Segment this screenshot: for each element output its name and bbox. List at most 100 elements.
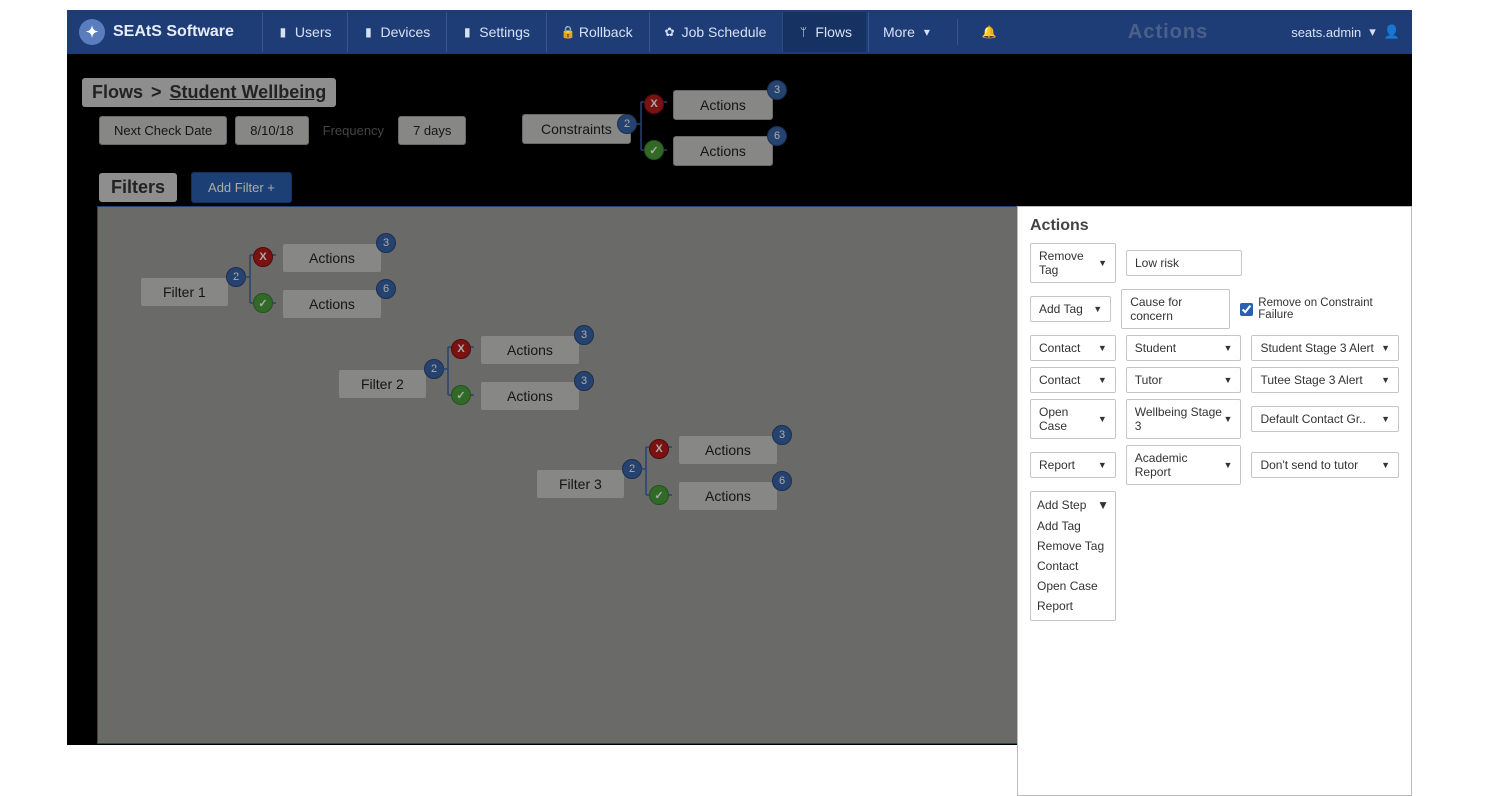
brand: ✦ SEAtS Software (79, 19, 234, 45)
constraints-node[interactable]: Constraints (522, 114, 631, 144)
add-step-option[interactable]: Report (1037, 596, 1109, 616)
ghost-heading: Actions (1128, 21, 1208, 44)
nav-users[interactable]: ▮Users (262, 12, 346, 52)
nav-users-label: Users (295, 24, 332, 40)
action-template-select[interactable]: Default Contact Gr..▼ (1251, 406, 1399, 432)
action-type-label: Contact (1039, 373, 1080, 387)
action-type-select[interactable]: Contact▼ (1030, 367, 1116, 393)
action-type-select[interactable]: Open Case▼ (1030, 399, 1116, 439)
action-type-select[interactable]: Report ▼ (1030, 452, 1116, 478)
add-step-label: Add Step (1037, 498, 1086, 512)
constraints-pass-actions[interactable]: Actions (673, 136, 773, 166)
caret-down-icon: ▾ (1369, 24, 1376, 40)
action-target-select[interactable]: Tutor▼ (1126, 367, 1242, 393)
next-check-value[interactable]: 8/10/18 (235, 116, 308, 145)
action-value-input[interactable]: Cause for concern (1121, 289, 1230, 329)
filter-2-pass-actions[interactable]: Actions (480, 381, 580, 411)
filter-2-fail-actions[interactable]: Actions (480, 335, 580, 365)
filter-node-2[interactable]: Filter 2 (338, 369, 427, 399)
filter-1-pass-badge: 6 (376, 279, 396, 299)
nav-settings-label: Settings (479, 24, 530, 40)
nav-job-schedule[interactable]: ✿Job Schedule (649, 12, 781, 52)
breadcrumb-current: Student Wellbeing (170, 82, 327, 103)
nav-rollback-label: Rollback (579, 24, 633, 40)
filter-1-fail-badge: 3 (376, 233, 396, 253)
constraints-fail-actions[interactable]: Actions (673, 90, 773, 120)
action-type-label: Open Case (1039, 405, 1098, 433)
action-target-select[interactable]: Wellbeing Stage 3▼ (1126, 399, 1242, 439)
nav-more-label: More (883, 24, 915, 40)
filter-3-fail-icon: X (649, 439, 669, 459)
filter-node-1[interactable]: Filter 1 (140, 277, 229, 307)
branch-icon: ᛘ (797, 25, 809, 39)
schedule-row: Next Check Date 8/10/18 Frequency 7 days (99, 116, 466, 145)
remove-on-failure-checkbox[interactable]: Remove on Constraint Failure (1240, 297, 1399, 321)
nav-settings[interactable]: ▮ Settings (446, 12, 544, 52)
nav-notifications[interactable]: 🔔 (968, 13, 1008, 51)
filter-3-pass-icon: ✓ (649, 485, 669, 505)
action-template-label: Tutee Stage 3 Alert (1260, 373, 1362, 387)
caret-down-icon: ▼ (1224, 375, 1233, 385)
add-step-option[interactable]: Remove Tag (1037, 536, 1109, 556)
caret-down-icon: ▼ (1098, 343, 1107, 353)
action-row-contact-student: Contact▼ Student▼ Student Stage 3 Alert▼ (1030, 335, 1399, 361)
add-step-option[interactable]: Open Case (1037, 576, 1109, 596)
action-type-select[interactable]: Add Tag▼ (1030, 296, 1111, 322)
breadcrumb: Flows > Student Wellbeing (82, 78, 336, 107)
action-template-label: Don't send to tutor (1260, 458, 1358, 472)
remove-on-failure-input[interactable] (1240, 303, 1253, 316)
action-target-label: Student (1135, 341, 1176, 355)
action-value-input[interactable]: Low risk (1126, 250, 1242, 276)
filter-1-pass-actions[interactable]: Actions (282, 289, 382, 319)
content-area: Flows > Student Wellbeing Next Check Dat… (67, 54, 1412, 745)
action-target-label: Academic Report (1135, 451, 1224, 479)
add-filter-button[interactable]: Add Filter + (191, 172, 292, 203)
app-window: ✦ SEAtS Software ▮Users ▮Devices ▮Settin… (67, 10, 1412, 745)
caret-down-icon: ▼ (1098, 460, 1107, 470)
caret-down-icon: ▼ (1381, 343, 1390, 353)
filter-3-fail-actions[interactable]: Actions (678, 435, 778, 465)
user-menu[interactable]: seats.admin ▾ 👤 (1291, 24, 1400, 40)
add-step-dropdown[interactable]: Add Step▼ Add Tag Remove Tag Contact Ope… (1030, 491, 1116, 621)
breadcrumb-root[interactable]: Flows (92, 82, 143, 103)
frequency-label: Frequency (323, 123, 384, 138)
filter-1-fail-actions[interactable]: Actions (282, 243, 382, 273)
devices-icon: ▮ (362, 25, 374, 39)
filter-node-3[interactable]: Filter 3 (536, 469, 625, 499)
caret-down-icon: ▼ (1098, 414, 1107, 424)
filters-header: Filters Add Filter + (99, 172, 292, 203)
settings-icon: ▮ (461, 25, 473, 39)
action-template-select[interactable]: Tutee Stage 3 Alert▼ (1251, 367, 1399, 393)
action-target-select[interactable]: Academic Report▼ (1126, 445, 1242, 485)
action-type-select[interactable]: Remove Tag▼ (1030, 243, 1116, 283)
action-target-label: Wellbeing Stage 3 (1135, 405, 1224, 433)
nav-devices[interactable]: ▮Devices (347, 12, 444, 52)
caret-down-icon: ▼ (1224, 460, 1233, 470)
nav-more[interactable]: More ▾ (868, 12, 947, 52)
nav-rollback[interactable]: 🔒Rollback (546, 12, 647, 52)
user-name: seats.admin (1291, 25, 1361, 40)
caret-down-icon: ▼ (1098, 258, 1107, 268)
filter-2-pass-badge: 3 (574, 371, 594, 391)
action-type-select[interactable]: Contact▼ (1030, 335, 1116, 361)
add-step-option[interactable]: Add Tag (1037, 516, 1109, 536)
add-step-option[interactable]: Contact (1037, 556, 1109, 576)
caret-down-icon: ▾ (921, 25, 933, 39)
action-template-select[interactable]: Don't send to tutor▼ (1251, 452, 1399, 478)
top-navbar: ✦ SEAtS Software ▮Users ▮Devices ▮Settin… (67, 10, 1412, 54)
constraints-fail-badge: 3 (767, 80, 787, 100)
action-row-add-tag: Add Tag▼ Cause for concern Remove on Con… (1030, 289, 1399, 329)
nav-flows[interactable]: ᛘFlows (782, 12, 866, 52)
action-target-select[interactable]: Student▼ (1126, 335, 1242, 361)
actions-panel-title: Actions (1030, 217, 1399, 235)
constraints-fail-icon: X (644, 94, 664, 114)
action-type-label: Remove Tag (1039, 249, 1098, 277)
filter-3-pass-actions[interactable]: Actions (678, 481, 778, 511)
action-row-report: Report▼ Academic Report▼ Don't send to t… (1030, 445, 1399, 485)
flow-canvas: Filter 1 2 X ✓ Actions 3 Actions 6 Filte… (97, 206, 1091, 744)
action-type-label: Report (1039, 458, 1075, 472)
bell-icon: 🔔 (982, 25, 994, 39)
filter-1-fail-icon: X (253, 247, 273, 267)
action-template-select[interactable]: Student Stage 3 Alert▼ (1251, 335, 1399, 361)
frequency-value[interactable]: 7 days (398, 116, 466, 145)
